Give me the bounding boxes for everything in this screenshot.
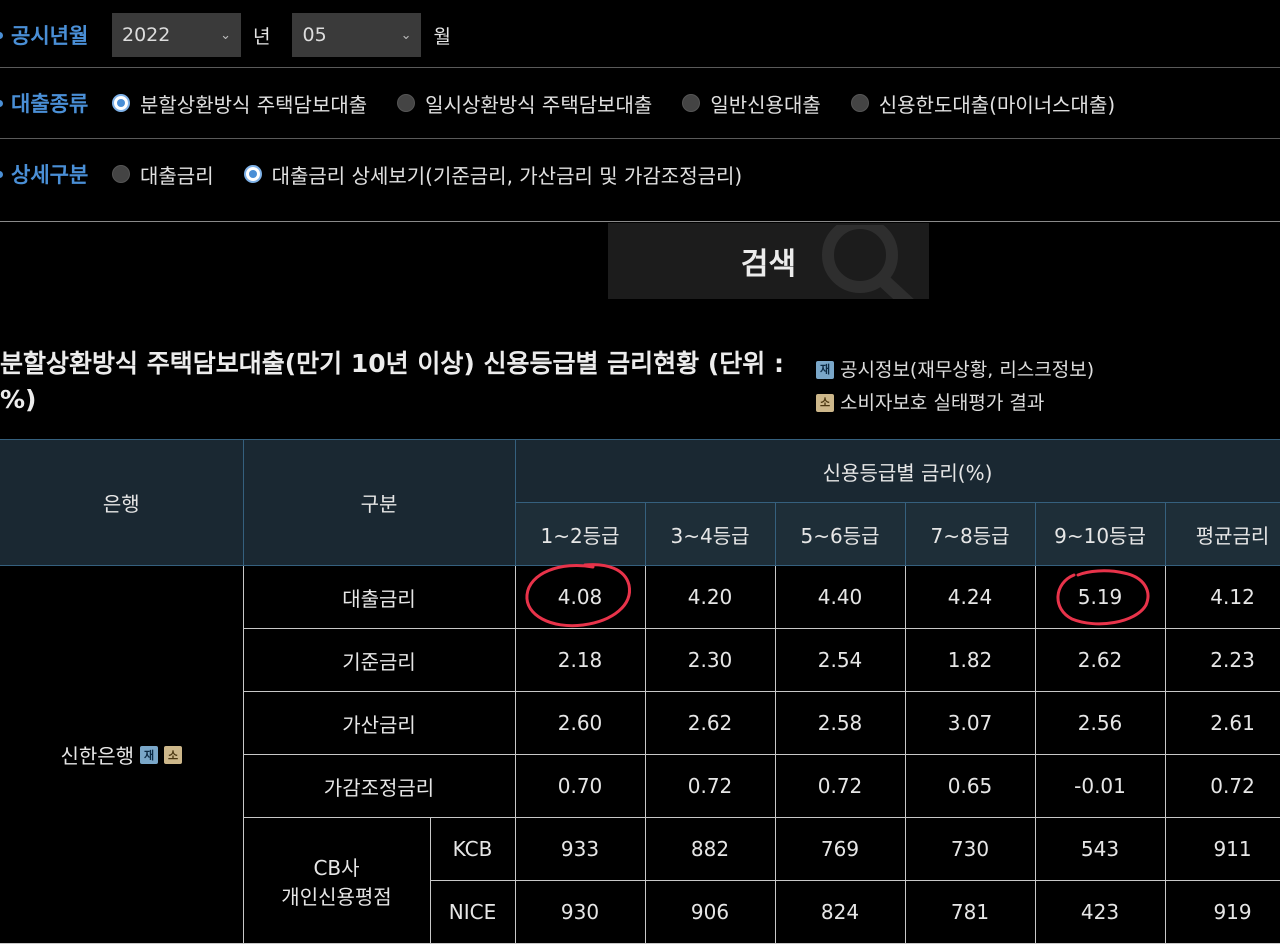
value-cell: 4.24 (904, 565, 1036, 629)
row-label-loan-rate: 대출금리 (242, 565, 516, 629)
bullet-icon (0, 99, 3, 107)
value-cell: 423 (1034, 880, 1166, 944)
bullet-icon (0, 170, 3, 178)
value-cell: 933 (514, 817, 646, 881)
header-grade-5-6: 5~6등급 (774, 502, 906, 566)
value-cell: 0.72 (774, 754, 906, 818)
radio-bullet-mortgage[interactable]: 일시상환방식 주택담보대출 (397, 89, 652, 118)
row-label-kcb: KCB (429, 817, 516, 881)
chevron-down-icon: ⌄ (400, 27, 412, 43)
radio-amortized-mortgage[interactable]: 분할상환방식 주택담보대출 (112, 89, 367, 118)
divider (0, 221, 1280, 222)
radio-credit-line[interactable]: 신용한도대출(마이너스대출) (850, 89, 1115, 118)
row-label-spread-rate: 가산금리 (242, 691, 516, 755)
result-title: 분할상환방식 주택담보대출(만기 10년 이상) 신용등급별 금리현황 (단위 … (0, 349, 784, 414)
radio-loan-rate[interactable]: 대출금리 (112, 160, 214, 189)
disclosure-links: 재 공시정보(재무상황, 리스크정보) 소 소비자보호 실태평가 결과 (816, 352, 1280, 418)
table-row: 신한은행 재 소 대출금리 4.08 4.20 4.40 4.24 5.19 4… (0, 563, 1280, 944)
radio-general-credit[interactable]: 일반신용대출 (682, 89, 821, 118)
rates-table: 은행 구분 신용등급별 금리(%) 1~2등급 3~4등급 5~6등급 7~8등… (0, 439, 1280, 944)
value-cell: 2.62 (644, 691, 776, 755)
year-select[interactable]: 2022 ⌄ (112, 13, 241, 57)
month-unit: 월 (433, 25, 451, 48)
header-grade-3-4: 3~4등급 (644, 502, 776, 566)
radio-selected-icon[interactable] (112, 94, 130, 112)
value-cell: 0.65 (904, 754, 1036, 818)
value-cell: 2.62 (1034, 628, 1166, 692)
value-cell: 781 (904, 880, 1036, 944)
value-cell: 919 (1164, 880, 1280, 944)
value-cell: 730 (904, 817, 1036, 881)
bank-cell: 신한은행 재 소 (0, 565, 244, 944)
value-cell: 2.56 (1034, 691, 1166, 755)
value-cell: 4.20 (644, 565, 776, 629)
financial-tag-icon[interactable]: 재 (140, 745, 159, 764)
value-cell: -0.01 (1034, 754, 1166, 818)
header-bank: 은행 (0, 439, 244, 566)
value-cell: 882 (644, 817, 776, 881)
magnifier-icon (822, 225, 914, 299)
value-cell: 2.61 (1164, 691, 1280, 755)
header-grade-1-2: 1~2등급 (514, 502, 646, 566)
header-average: 평균금리 (1164, 502, 1280, 566)
circled-value: 4.08 (525, 563, 631, 628)
value-cell: 906 (644, 880, 776, 944)
header-grade-7-8: 7~8등급 (904, 502, 1036, 566)
bank-name: 신한은행 (60, 744, 135, 768)
radio-unselected-icon[interactable] (682, 94, 701, 112)
value-cell: 4.12 (1164, 565, 1280, 629)
value-cell: 2.30 (644, 628, 776, 692)
radio-unselected-icon[interactable] (397, 94, 416, 112)
row-label-adjustment-rate: 가감조정금리 (242, 754, 516, 818)
detail-filter-row: 상세구분 대출금리 대출금리 상세보기(기준금리, 가산금리 및 가감조정금리) (0, 139, 1280, 209)
value-cell: 0.72 (1164, 754, 1280, 818)
row-label-nice: NICE (429, 880, 516, 944)
row-label-base-rate: 기준금리 (242, 628, 516, 692)
search-label: 검색 (740, 247, 797, 282)
header-category: 구분 (242, 439, 516, 566)
value-cell: 930 (514, 880, 646, 944)
consumer-protection-link[interactable]: 소 소비자보호 실태평가 결과 (816, 388, 1044, 418)
radio-selected-icon[interactable] (243, 165, 262, 183)
value-cell: 2.58 (774, 691, 906, 755)
value-cell: 4.40 (774, 565, 906, 629)
period-filter-row: 공시년월 2022 ⌄ 년 05 ⌄ 월 (0, 0, 1280, 70)
value-cell: 0.70 (514, 754, 646, 818)
consumer-tag-icon: 소 (816, 394, 834, 412)
month-select[interactable]: 05 ⌄ (292, 13, 422, 57)
value-cell: 4.08 (514, 563, 646, 629)
bullet-icon (0, 31, 3, 39)
period-label: 공시년월 (0, 20, 112, 50)
value-cell: 824 (774, 880, 906, 944)
radio-unselected-icon[interactable] (850, 94, 869, 112)
header-grade-9-10: 9~10등급 (1034, 502, 1166, 566)
year-unit: 년 (253, 25, 271, 48)
header-grade-group: 신용등급별 금리(%) (514, 439, 1280, 503)
cb-score-label: CB사 개인신용평점 (242, 817, 431, 944)
radio-unselected-icon[interactable] (112, 165, 130, 183)
value-cell: 2.23 (1164, 628, 1280, 692)
financial-tag-icon: 재 (816, 361, 834, 379)
financial-disclosure-link[interactable]: 재 공시정보(재무상황, 리스크정보) (816, 355, 1094, 385)
value-cell: 2.60 (514, 691, 646, 755)
detail-label: 상세구분 (0, 159, 112, 189)
search-button[interactable]: 검색 (608, 223, 929, 299)
circled-value: 5.19 (1056, 569, 1150, 626)
loan-type-filter-row: 대출종류 분할상환방식 주택담보대출 일시상환방식 주택담보대출 일반신용대출 … (0, 68, 1280, 138)
value-cell: 5.19 (1034, 565, 1166, 629)
loan-type-label: 대출종류 (0, 88, 112, 118)
value-cell: 543 (1034, 817, 1166, 881)
value-cell: 2.54 (774, 628, 906, 692)
value-cell: 911 (1164, 817, 1280, 881)
value-cell: 0.72 (644, 754, 776, 818)
radio-loan-rate-detail[interactable]: 대출금리 상세보기(기준금리, 가산금리 및 가감조정금리) (243, 160, 742, 189)
value-cell: 3.07 (904, 691, 1036, 755)
value-cell: 769 (774, 817, 906, 881)
value-cell: 2.18 (514, 628, 646, 692)
chevron-down-icon: ⌄ (220, 27, 231, 43)
consumer-tag-icon[interactable]: 소 (164, 745, 183, 764)
value-cell: 1.82 (904, 628, 1036, 692)
